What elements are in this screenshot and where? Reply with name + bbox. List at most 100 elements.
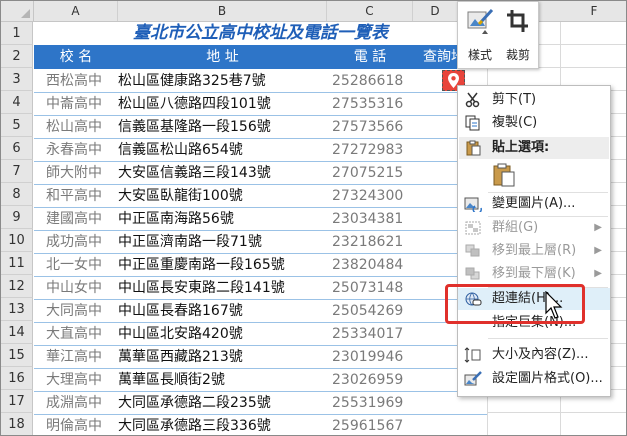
menu-item-group[interactable]: 群組(G) ▶ [458,217,610,239]
header-phone[interactable]: 電 話 [327,45,413,69]
cell-address[interactable]: 松山區健康路325巷7號 [118,70,327,93]
row-header-8[interactable]: 8 [1,183,33,206]
cell-school[interactable]: 華江高中 [34,346,118,369]
cell-school[interactable]: 大理高中 [34,369,118,392]
cell-school[interactable]: 松山高中 [34,116,118,139]
cell-address[interactable]: 大安區信義路三段143號 [118,162,327,185]
cell-school[interactable]: 成功高中 [34,231,118,254]
column-header-b[interactable]: B [118,1,327,21]
row-header-18[interactable]: 18 [1,413,33,435]
cell-school[interactable]: 北一女中 [34,254,118,277]
cell-address[interactable]: 中正區南海路56號 [118,208,327,231]
cell-phone[interactable]: 27535316 [327,93,413,116]
cell-school[interactable]: 明倫高中 [34,415,118,435]
row-header-15[interactable]: 15 [1,344,33,367]
menu-item-send-to-back[interactable]: 移到最下層(K) ▶ [458,263,610,285]
cell-school[interactable]: 大同高中 [34,300,118,323]
crop-button[interactable]: 裁剪 [500,6,536,62]
select-all-corner[interactable] [1,1,34,21]
size-properties-icon [464,347,481,363]
row-header-13[interactable]: 13 [1,298,33,321]
cell-phone[interactable]: 25334017 [327,323,413,346]
cell-school[interactable]: 中山女中 [34,277,118,300]
header-school[interactable]: 校 名 [34,45,118,69]
cell-phone[interactable]: 23034381 [327,208,413,231]
menu-item-cut[interactable]: 剪下(T) [458,89,610,111]
sheet-title[interactable]: 臺北市公立高中校址及電話一覽表 [34,22,487,46]
column-header-f[interactable]: F [561,1,626,21]
row-header-3[interactable]: 3 [1,68,33,91]
cell-address[interactable]: 大同區承德路二段235號 [118,392,327,415]
cell-address[interactable]: 大安區臥龍街100號 [118,185,327,208]
cell-school[interactable]: 成淵高中 [34,392,118,415]
cell-phone[interactable]: 27272983 [327,139,413,162]
row-header-2[interactable]: 2 [1,45,33,68]
menu-item-size-properties[interactable]: 大小及內容(Z)... [458,344,610,366]
send-to-back-icon [465,267,480,280]
menu-item-bring-to-front[interactable]: 移到最上層(R) ▶ [458,240,610,262]
row-header-10[interactable]: 10 [1,229,33,252]
cell-phone[interactable]: 27324300 [327,185,413,208]
cell-address[interactable]: 中山區長安東路二段141號 [118,277,327,300]
cell-address[interactable]: 中正區濟南路一段71號 [118,231,327,254]
row-header-4[interactable]: 4 [1,91,33,114]
cell-phone[interactable]: 23026959 [327,369,413,392]
cell-address[interactable]: 松山區八德路四段101號 [118,93,327,116]
row-header-17[interactable]: 17 [1,390,33,413]
cell-phone[interactable]: 27573566 [327,116,413,139]
menu-label-bring-to-front: 移到最上層(R) [492,243,577,258]
row-header-6[interactable]: 6 [1,137,33,160]
cell-phone[interactable]: 23019946 [327,346,413,369]
menu-item-copy[interactable]: 複製(C) [458,112,610,134]
row-header-14[interactable]: 14 [1,321,33,344]
menu-label-copy: 複製(C) [492,115,538,130]
row-header-7[interactable]: 7 [1,160,33,183]
cell-phone[interactable]: 25531969 [327,392,413,415]
row-header-1[interactable]: 1 [1,22,33,45]
cell-school[interactable]: 西松高中 [34,70,118,93]
style-label: 樣式 [467,48,492,62]
paste-button[interactable] [491,162,517,188]
cell-phone[interactable]: 27075215 [327,162,413,185]
cell-address[interactable]: 中山區長春路167號 [118,300,327,323]
row-header-9[interactable]: 9 [1,206,33,229]
cell-school[interactable]: 中崙高中 [34,93,118,116]
cell-address[interactable]: 中正區重慶南路一段165號 [118,254,327,277]
menu-label-send-to-back: 移到最下層(K) [492,266,576,281]
cell-phone[interactable]: 23218621 [327,231,413,254]
column-header-a[interactable]: A [34,1,118,21]
crop-label: 裁剪 [505,48,530,62]
cell-address[interactable]: 大同區承德路三段336號 [118,415,327,435]
cell-query[interactable] [413,415,487,435]
paste-clipboard-icon [493,163,515,187]
cell-address[interactable]: 萬華區長順街2號 [118,369,327,392]
cell-school[interactable]: 建國高中 [34,208,118,231]
picture-style-icon [467,8,494,34]
cell-school[interactable]: 大直高中 [34,323,118,346]
row-header-12[interactable]: 12 [1,275,33,298]
cell-address[interactable]: 中山區北安路420號 [118,323,327,346]
cell-school[interactable]: 和平高中 [34,185,118,208]
cell-phone[interactable]: 23820484 [327,254,413,277]
cell-school[interactable]: 永春高中 [34,139,118,162]
cell-phone[interactable]: 25073148 [327,277,413,300]
cell-phone[interactable]: 25054269 [327,300,413,323]
submenu-arrow-icon: ▶ [594,268,602,279]
cell-school[interactable]: 師大附中 [34,162,118,185]
row-header-11[interactable]: 11 [1,252,33,275]
menu-item-format-picture[interactable]: 設定圖片格式(O)... [458,368,610,390]
menu-label-paste-options: 貼上選項: [492,140,550,155]
column-header-c[interactable]: C [327,1,413,21]
row-header-5[interactable]: 5 [1,114,33,137]
header-address[interactable]: 地 址 [118,45,327,69]
row-header-16[interactable]: 16 [1,367,33,390]
cell-phone[interactable]: 25286618 [327,70,413,93]
cell-address[interactable]: 信義區松山路654號 [118,139,327,162]
style-button[interactable]: 樣式 [462,6,498,62]
copy-icon [465,115,480,131]
column-header-d[interactable]: D [413,1,458,21]
cell-phone[interactable]: 25961567 [327,415,413,435]
cell-address[interactable]: 萬華區西藏路213號 [118,346,327,369]
menu-item-change-picture[interactable]: 變更圖片(A)... [458,193,610,215]
cell-address[interactable]: 信義區基隆路一段156號 [118,116,327,139]
